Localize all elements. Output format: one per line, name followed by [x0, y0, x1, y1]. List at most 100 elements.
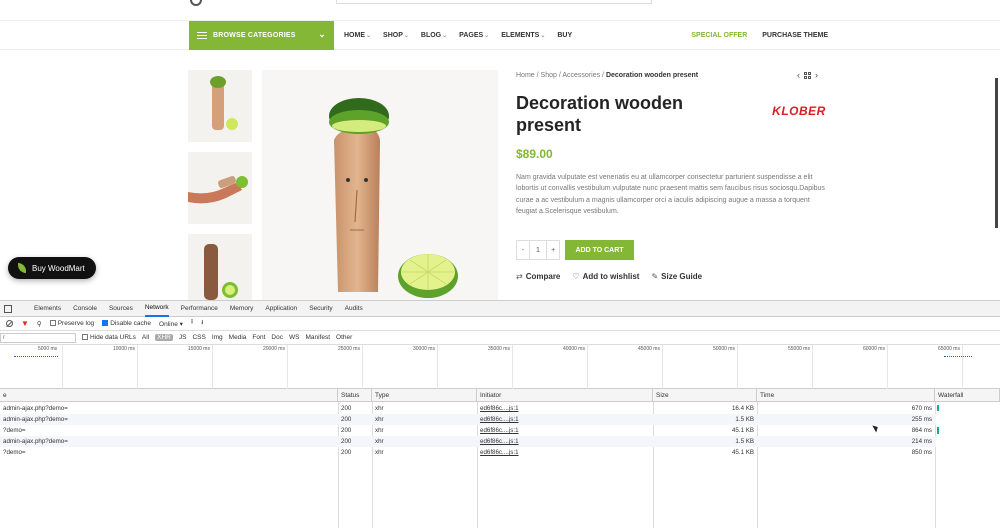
compare-link[interactable]: ⇄ Compare: [516, 272, 560, 281]
breadcrumb: Home / Shop / Accessories / Decoration w…: [516, 72, 699, 79]
column-header-e[interactable]: e: [0, 389, 338, 402]
menu-item-shop[interactable]: SHOP⌄: [383, 32, 409, 39]
cell-name[interactable]: ?demo=: [0, 425, 338, 436]
timeline-tick-label: 15000 ms: [188, 346, 210, 352]
import-icon[interactable]: ⭱: [191, 318, 193, 329]
add-to-cart-button[interactable]: ADD TO CART: [565, 240, 634, 260]
tab-performance[interactable]: Performance: [181, 301, 218, 317]
menu-item-buy[interactable]: BUY: [557, 32, 572, 39]
qty-input[interactable]: 1: [528, 241, 548, 259]
filter-type-css[interactable]: CSS: [192, 334, 205, 341]
network-overview[interactable]: 5000 ms 10000 ms 15000 ms 20000 ms 25000 ms 3…: [0, 345, 1000, 389]
filter-type-media[interactable]: Media: [229, 334, 247, 341]
timeline-tick-label: 30000 ms: [413, 346, 435, 352]
tab-elements[interactable]: Elements: [34, 301, 61, 317]
throttle-select[interactable]: Online ▾: [159, 320, 183, 328]
quantity-stepper[interactable]: - 1 +: [516, 240, 560, 260]
export-icon[interactable]: ⭳: [201, 318, 203, 329]
disable-cache-checkbox[interactable]: Disable cache: [102, 320, 151, 327]
chevron-down-icon: ⌄: [442, 33, 448, 39]
search-bar[interactable]: [336, 0, 652, 4]
brand-logo[interactable]: KLOBER: [769, 92, 829, 130]
table-row[interactable]: ?demo= 200 xhr ed6f86c....js:1 45.1 KB 850 ms: [0, 447, 936, 458]
timeline-gridline: [812, 345, 813, 389]
timeline-gridline: [62, 345, 63, 389]
column-header-waterfall[interactable]: Waterfall: [935, 389, 1000, 402]
thumbnail-1[interactable]: [188, 70, 252, 142]
filter-type-xhr[interactable]: XHR: [155, 334, 173, 341]
table-row[interactable]: admin-ajax.php?demo= 200 xhr ed6f86c....js:…: [0, 414, 936, 425]
wishlist-link[interactable]: ♡ Add to wishlist: [572, 272, 639, 281]
qty-plus-button[interactable]: +: [547, 247, 559, 254]
menu-item-pages[interactable]: PAGES⌄: [459, 32, 489, 39]
cell-initiator[interactable]: ed6f86c....js:1: [477, 425, 653, 436]
filter-icon[interactable]: ▼: [21, 319, 29, 328]
filter-type-doc[interactable]: Doc: [271, 334, 283, 341]
clear-icon[interactable]: [6, 320, 13, 327]
product-title: Decoration wooden present: [516, 93, 684, 135]
timeline-gridline: [662, 345, 663, 389]
cell-name[interactable]: ?demo=: [0, 447, 338, 458]
thumbnail-2[interactable]: [188, 152, 252, 224]
tab-console[interactable]: Console: [73, 301, 97, 317]
filter-type-all[interactable]: All: [142, 334, 149, 341]
filter-type-img[interactable]: Img: [212, 334, 223, 341]
tab-security[interactable]: Security: [309, 301, 332, 317]
filter-type-other[interactable]: Other: [336, 334, 352, 341]
filter-bar: Hide data URLs All XHR JS CSS Img Media Font Do…: [0, 331, 1000, 345]
product-main-image[interactable]: [262, 70, 498, 300]
cell-name[interactable]: admin-ajax.php?demo=: [0, 436, 338, 447]
tab-audits[interactable]: Audits: [345, 301, 363, 317]
preserve-log-checkbox[interactable]: Preserve log: [49, 320, 94, 327]
cell-initiator[interactable]: ed6f86c....js:1: [477, 436, 653, 447]
cell-initiator[interactable]: ed6f86c....js:1: [477, 414, 653, 425]
dock-icon[interactable]: [4, 304, 12, 313]
table-row[interactable]: ?demo= 200 xhr ed6f86c....js:1 45.1 KB 864 ms: [0, 425, 936, 436]
filter-input[interactable]: [0, 332, 76, 343]
table-row[interactable]: admin-ajax.php?demo= 200 xhr ed6f86c....js:…: [0, 436, 936, 447]
filter-type-ws[interactable]: WS: [289, 334, 299, 341]
next-product-icon[interactable]: ›: [815, 70, 818, 80]
compare-label: Compare: [525, 272, 561, 281]
breadcrumb-shop[interactable]: Shop: [541, 72, 557, 79]
cell-size: 45.1 KB: [731, 427, 754, 434]
buy-woodmart-button[interactable]: Buy WoodMart: [8, 257, 96, 279]
menu-item-elements[interactable]: ELEMENTS⌄: [501, 32, 545, 39]
special-offer-link[interactable]: SPECIAL OFFER: [691, 32, 747, 39]
size-guide-link[interactable]: ✎ Size Guide: [651, 272, 702, 281]
tab-network[interactable]: Network: [144, 301, 169, 317]
hide-data-urls-checkbox[interactable]: Hide data URLs: [82, 334, 136, 341]
cell-name[interactable]: admin-ajax.php?demo=: [0, 403, 338, 414]
filter-type-manifest[interactable]: Manifest: [305, 334, 330, 341]
qty-minus-button[interactable]: -: [517, 247, 529, 254]
filter-type-font[interactable]: Font: [252, 334, 265, 341]
purchase-theme-link[interactable]: PURCHASE THEME: [762, 32, 828, 39]
search-icon[interactable]: ⚲: [37, 320, 42, 328]
cell-initiator[interactable]: ed6f86c....js:1: [477, 403, 653, 414]
tab-sources[interactable]: Sources: [109, 301, 133, 317]
column-header-status[interactable]: Status: [338, 389, 372, 402]
page-scrollbar[interactable]: [995, 78, 998, 228]
logo-icon[interactable]: [190, 0, 202, 6]
column-header-type[interactable]: Type: [372, 389, 477, 402]
table-row[interactable]: admin-ajax.php?demo= 200 xhr ed6f86c....js:…: [0, 403, 936, 414]
column-header-time[interactable]: Time: [757, 389, 935, 402]
menu-item-home[interactable]: HOME⌄: [344, 32, 371, 39]
tab-memory[interactable]: Memory: [230, 301, 253, 317]
thumbnail-3[interactable]: [188, 234, 252, 300]
column-header-size[interactable]: Size: [653, 389, 757, 402]
product-price: $89.00: [516, 147, 553, 161]
menu-item-blog[interactable]: BLOG⌄: [421, 32, 447, 39]
browse-categories-button[interactable]: BROWSE CATEGORIES ⌄: [189, 21, 334, 50]
prev-product-icon[interactable]: ‹: [797, 70, 800, 80]
chevron-down-icon: ⌄: [484, 33, 490, 39]
cell-time: 214 ms: [911, 438, 932, 445]
tab-application[interactable]: Application: [265, 301, 297, 317]
cell-name[interactable]: admin-ajax.php?demo=: [0, 414, 338, 425]
breadcrumb-category[interactable]: Accessories: [562, 72, 600, 79]
breadcrumb-home[interactable]: Home: [516, 72, 535, 79]
cell-initiator[interactable]: ed6f86c....js:1: [477, 447, 653, 458]
filter-type-js[interactable]: JS: [179, 334, 187, 341]
grid-icon[interactable]: [804, 71, 811, 79]
column-header-initiator[interactable]: Initiator: [477, 389, 653, 402]
